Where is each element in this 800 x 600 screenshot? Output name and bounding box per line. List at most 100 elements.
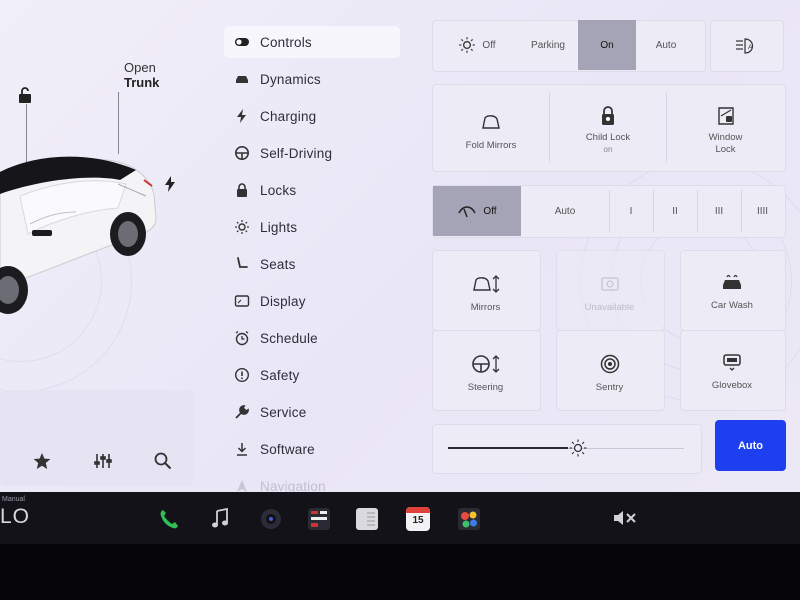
wiper-auto-label: Auto: [554, 205, 576, 217]
settings-menu: Controls Dynamics Charging Self-Driving …: [204, 0, 416, 492]
menu-item-locks[interactable]: Locks: [224, 174, 400, 206]
menu-item-label: Safety: [260, 367, 300, 383]
toybox-icon[interactable]: [457, 507, 481, 531]
sentry-label: Sentry: [595, 382, 624, 393]
unavailable-icon: [600, 277, 619, 291]
menu-item-dynamics[interactable]: Dynamics: [224, 63, 400, 95]
fold-mirrors-button[interactable]: Fold Mirrors: [433, 110, 549, 152]
mirror-adjust-icon: [472, 275, 499, 293]
steering-adjust-button[interactable]: Steering: [432, 352, 539, 394]
glovebox-label: Glovebox: [711, 380, 753, 391]
menu-item-schedule[interactable]: Schedule: [224, 322, 400, 354]
brightness-sun-icon[interactable]: [568, 438, 588, 458]
wiper-speed-2[interactable]: II: [653, 186, 697, 236]
menu-item-label: Navigation: [260, 478, 326, 493]
search-icon[interactable]: [153, 451, 173, 471]
window-lock-button[interactable]: Window Lock: [667, 104, 784, 156]
sliders-icon[interactable]: [93, 451, 113, 471]
menu-item-label: Software: [260, 441, 315, 457]
lights-on-option[interactable]: On: [578, 20, 636, 70]
media-icon[interactable]: [307, 507, 331, 531]
quick-controls-card: [0, 390, 194, 486]
charge-bolt-icon[interactable]: [163, 176, 177, 192]
menu-item-self-driving[interactable]: Self-Driving: [224, 137, 400, 169]
bolt-icon: [237, 109, 246, 123]
toggle-icon: [235, 38, 249, 46]
glovebox-button[interactable]: Glovebox: [680, 350, 784, 392]
wiper-speed-label: II: [672, 205, 678, 217]
steering-wheel-icon: [235, 146, 249, 160]
menu-item-lights[interactable]: Lights: [224, 211, 400, 243]
lights-parking-option[interactable]: Parking: [518, 20, 578, 70]
temperature-display[interactable]: LO: [0, 505, 30, 529]
auto-high-beam-button[interactable]: A: [710, 20, 784, 72]
wiper-speed-label: IIII: [756, 205, 769, 217]
touchscreen: Open Trunk Controls Dynamics Charging Se…: [0, 0, 800, 492]
wiper-off-option[interactable]: Off: [433, 186, 521, 236]
menu-item-label: Dynamics: [260, 71, 321, 87]
drive-mode-label: Manual: [2, 496, 25, 503]
wiper-speed-label: III: [714, 205, 724, 217]
window-lock-label-1: Window: [708, 132, 743, 143]
wiper-auto-option[interactable]: Auto: [521, 186, 609, 236]
sentry-button[interactable]: Sentry: [556, 352, 663, 394]
menu-item-label: Locks: [260, 182, 297, 198]
wiper-speed-label: I: [629, 205, 633, 217]
car-pane: Open Trunk: [0, 0, 204, 492]
menu-item-label: Self-Driving: [260, 145, 333, 161]
sentry-icon: [600, 354, 619, 374]
car-wash-icon: [723, 274, 741, 289]
navigation-icon: [237, 480, 247, 492]
wiper-speed-4[interactable]: IIII: [741, 186, 784, 236]
music-icon[interactable]: [208, 507, 232, 531]
menu-item-seats[interactable]: Seats: [224, 248, 400, 280]
display-icon: [234, 295, 250, 307]
unavailable-label: Unavailable: [584, 302, 635, 313]
menu-item-label: Charging: [260, 108, 317, 124]
child-lock-icon: [602, 106, 614, 125]
brightness-fill: [448, 447, 568, 449]
lights-parking-label: Parking: [531, 39, 565, 51]
wiper-speed-1[interactable]: I: [609, 186, 653, 236]
download-icon: [237, 443, 247, 456]
volume-muted-icon[interactable]: [612, 509, 638, 527]
mirrors-adjust-button[interactable]: Mirrors: [432, 272, 539, 314]
lights-auto-option[interactable]: Auto: [636, 20, 696, 70]
unavailable-button: Unavailable: [556, 272, 663, 314]
trunk-pointer-line: [118, 92, 119, 154]
steering-label: Steering: [467, 382, 504, 393]
menu-item-navigation[interactable]: Navigation: [224, 470, 400, 492]
window-lock-icon: [717, 107, 734, 125]
menu-item-display[interactable]: Display: [224, 285, 400, 317]
window-lock-label-2: Lock: [715, 144, 736, 155]
star-icon[interactable]: [32, 451, 52, 471]
car-icon: [236, 76, 248, 83]
brightness-auto-button[interactable]: Auto: [715, 420, 786, 471]
screen-bezel: [0, 544, 800, 600]
phone-icon[interactable]: [157, 507, 181, 531]
svg-text:A: A: [748, 44, 753, 51]
seat-icon: [237, 257, 248, 268]
child-lock-button[interactable]: Child Lock on: [550, 104, 666, 156]
menu-item-label: Lights: [260, 219, 298, 235]
unlocked-padlock-icon[interactable]: [16, 86, 34, 104]
wiper-speed-3[interactable]: III: [697, 186, 741, 236]
car-wash-button[interactable]: Car Wash: [680, 270, 784, 312]
menu-item-software[interactable]: Software: [224, 433, 400, 465]
camera-icon[interactable]: [259, 507, 283, 531]
menu-item-charging[interactable]: Charging: [224, 100, 400, 132]
calendar-day: 15: [412, 515, 424, 526]
notes-icon[interactable]: [355, 507, 379, 531]
lights-off-option[interactable]: Off: [444, 20, 510, 70]
open-trunk-button[interactable]: Open Trunk: [124, 60, 159, 90]
menu-item-controls[interactable]: Controls: [224, 26, 400, 58]
lights-off-label: Off: [482, 39, 496, 51]
car-illustration: [0, 156, 157, 314]
menu-item-safety[interactable]: Safety: [224, 359, 400, 391]
glovebox-icon: [723, 354, 741, 371]
wrench-icon: [235, 405, 249, 419]
calendar-icon[interactable]: 15: [406, 507, 430, 531]
mirrors-label: Mirrors: [470, 302, 501, 313]
wiper-off-label: Off: [483, 205, 497, 217]
menu-item-service[interactable]: Service: [224, 396, 400, 428]
